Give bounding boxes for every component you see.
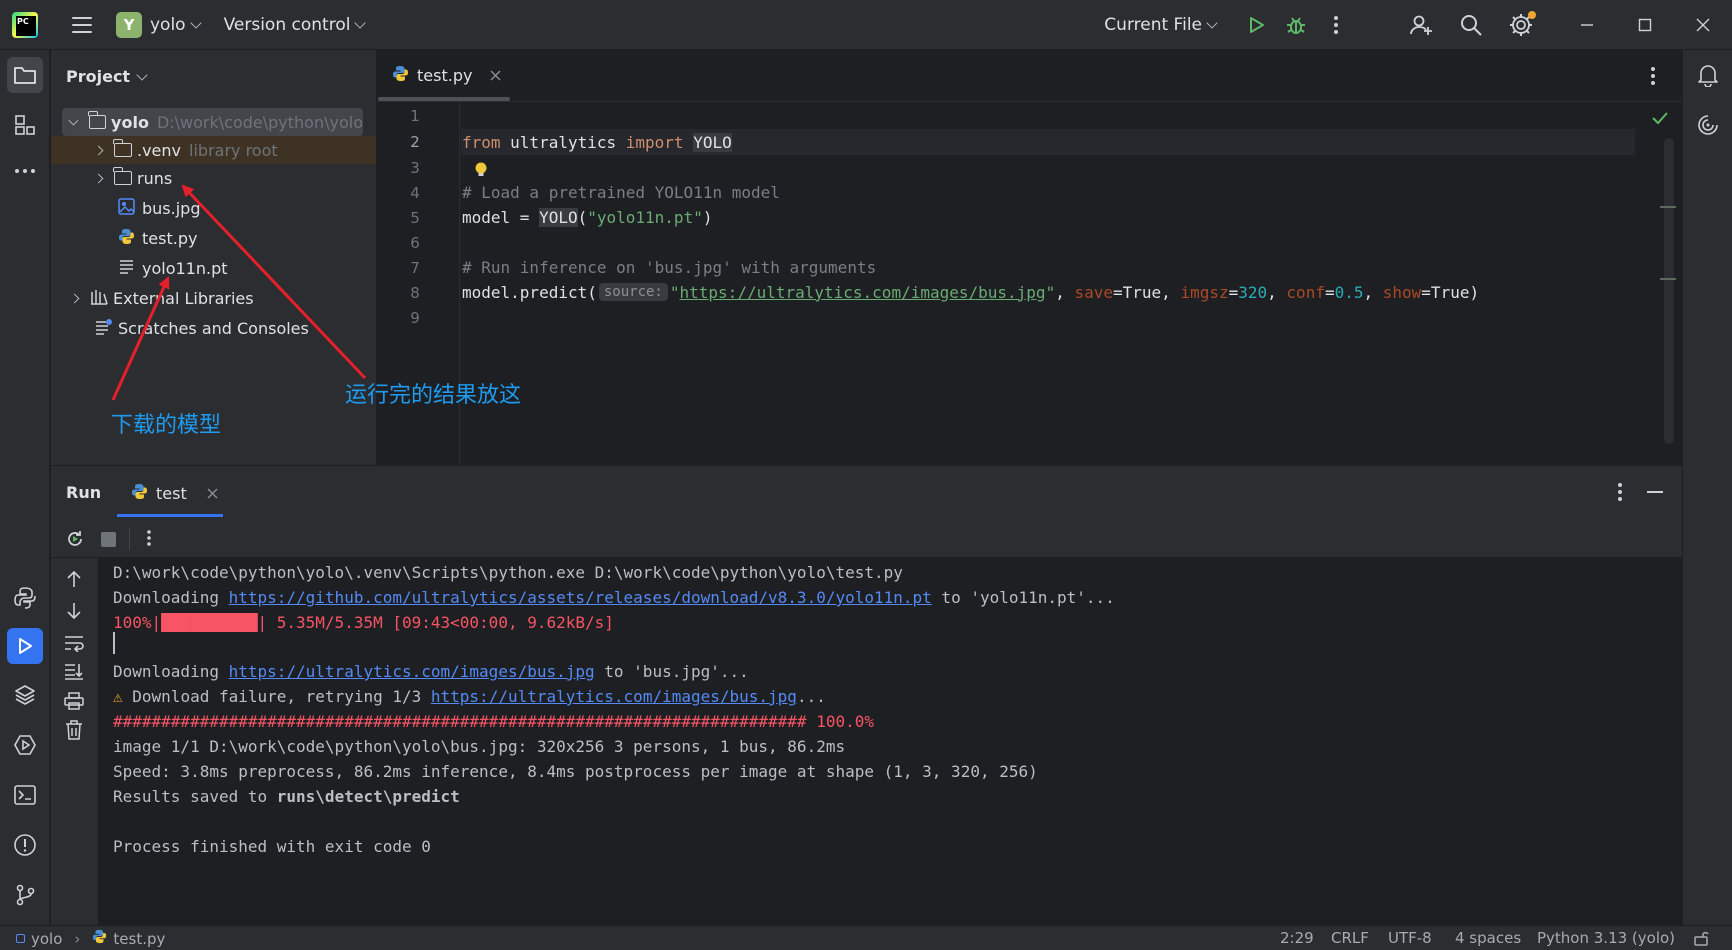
annotation-arrows [111, 184, 367, 401]
arrow-to-runs [181, 184, 367, 380]
annotation-model-note: 下载的模型 [111, 413, 222, 438]
annotation-runs-note: 运行完的结果放这 [345, 383, 522, 408]
arrow-to-model [111, 276, 170, 401]
